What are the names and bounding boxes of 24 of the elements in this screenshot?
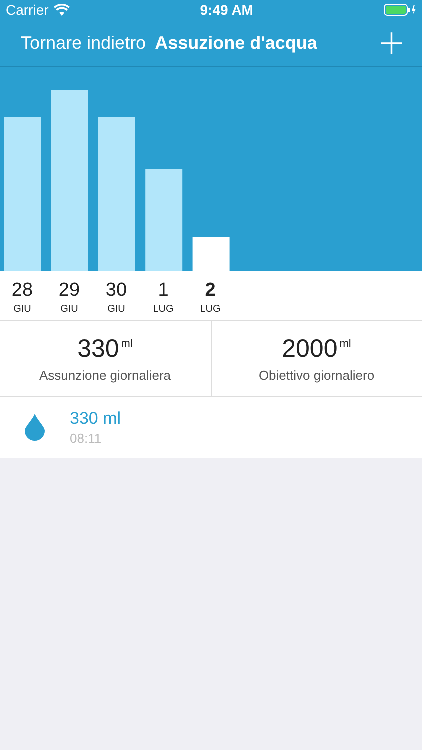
- water-drop-icon: [25, 414, 45, 441]
- unit-label: ml: [121, 338, 133, 350]
- stat-label: Obiettivo giornaliero: [258, 368, 375, 382]
- intake-amount: 330 ml: [70, 409, 122, 429]
- intake-time: 08:11: [70, 431, 103, 446]
- day-tab[interactable]: 29 GIU: [51, 271, 88, 320]
- clock-time: 9:49 AM: [200, 2, 254, 18]
- day-tab[interactable]: 30 GIU: [98, 271, 135, 320]
- wifi-icon: [54, 4, 70, 16]
- screen-title: Assuzione d'acqua: [155, 32, 318, 54]
- chart-bar[interactable]: [146, 169, 183, 271]
- day-tab[interactable]: 2 LUG: [192, 271, 229, 320]
- battery-icon: [384, 4, 416, 16]
- chart-bar[interactable]: [98, 117, 136, 271]
- stat-label: Assunzione giornaliera: [39, 368, 172, 382]
- unit-label: ml: [340, 338, 352, 350]
- stat-value: 330: [78, 334, 120, 364]
- chart-bar[interactable]: [51, 90, 88, 271]
- chart-bar[interactable]: [192, 237, 230, 271]
- chart-bar[interactable]: [4, 117, 41, 271]
- carrier-label: Carrier: [6, 2, 49, 18]
- stat-value: 2000: [282, 334, 338, 364]
- day-tab[interactable]: 28 GIU: [4, 271, 41, 320]
- day-tab[interactable]: 1 LUG: [145, 271, 182, 320]
